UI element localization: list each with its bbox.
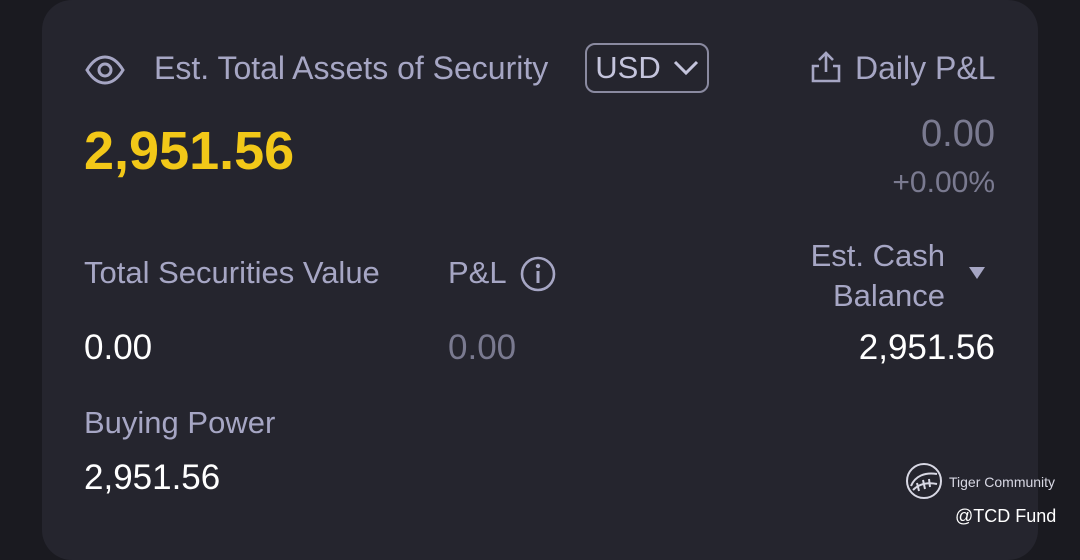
caret-down-icon[interactable] (968, 266, 986, 280)
total-assets-value: 2,951.56 (84, 121, 295, 181)
pl-label: P&L (448, 255, 507, 290)
securities-value-label: Total Securities Value (84, 255, 380, 290)
daily-pl-percent: +0.00% (892, 166, 995, 199)
buying-power-label: Buying Power (84, 405, 276, 440)
currency-select[interactable]: USD (585, 43, 709, 93)
watermark-brand: Tiger Community (949, 474, 1056, 490)
buying-power-value: 2,951.56 (84, 458, 221, 497)
securities-value: 0.00 (84, 328, 153, 367)
eye-icon[interactable] (85, 52, 125, 88)
cash-balance-value: 2,951.56 (858, 328, 995, 367)
daily-pl-value: 0.00 (921, 113, 995, 155)
pl-value: 0.00 (448, 328, 517, 367)
share-icon[interactable] (810, 50, 842, 84)
currency-value: USD (595, 50, 661, 85)
watermark-handle: @TCD Fund (955, 506, 1057, 526)
total-assets-title: Est. Total Assets of Security (154, 50, 549, 86)
chevron-down-icon (673, 60, 698, 76)
tiger-logo-icon (906, 463, 942, 499)
cash-balance-label-line1: Est. Cash (810, 238, 945, 273)
daily-pl-label[interactable]: Daily P&L (855, 50, 996, 87)
cash-balance-label-line2: Balance (832, 278, 945, 313)
info-icon[interactable] (520, 256, 556, 292)
cash-balance-label[interactable]: Est. Cash Balance (811, 236, 945, 316)
